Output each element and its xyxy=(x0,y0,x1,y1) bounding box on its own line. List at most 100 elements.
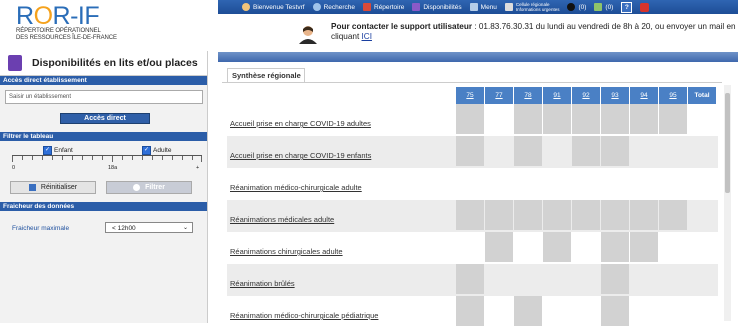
freshness-select[interactable]: < 12h00 ⌄ xyxy=(105,222,193,233)
availability-cell[interactable] xyxy=(630,168,658,198)
availability-cell[interactable] xyxy=(630,200,658,230)
column-header-92[interactable]: 92 xyxy=(572,87,600,104)
availability-cell[interactable] xyxy=(688,168,716,198)
row-label-link[interactable]: Réanimation brûlés xyxy=(230,279,295,288)
availability-cell[interactable] xyxy=(659,104,687,134)
availability-cell[interactable] xyxy=(688,136,716,166)
availability-cell[interactable] xyxy=(514,136,542,166)
availability-cell[interactable] xyxy=(456,136,484,166)
availability-cell[interactable] xyxy=(630,296,658,326)
help-button[interactable]: ? xyxy=(617,0,636,14)
vertical-scrollbar[interactable] xyxy=(724,85,731,321)
availability-cell[interactable] xyxy=(688,104,716,134)
availability-cell[interactable] xyxy=(543,264,571,294)
availability-cell[interactable] xyxy=(485,296,513,326)
availability-cell[interactable] xyxy=(630,232,658,262)
availability-cell[interactable] xyxy=(572,264,600,294)
availability-cell[interactable] xyxy=(659,296,687,326)
availability-cell[interactable] xyxy=(659,264,687,294)
availability-cell[interactable] xyxy=(659,232,687,262)
availability-cell[interactable] xyxy=(485,232,513,262)
column-header-93[interactable]: 93 xyxy=(601,87,629,104)
availability-cell[interactable] xyxy=(485,104,513,134)
availability-cell[interactable] xyxy=(485,136,513,166)
availability-cell[interactable] xyxy=(572,168,600,198)
availability-cell[interactable] xyxy=(543,104,571,134)
availability-cell[interactable] xyxy=(543,168,571,198)
availability-cell[interactable] xyxy=(485,264,513,294)
availability-cell[interactable] xyxy=(456,104,484,134)
column-header-91[interactable]: 91 xyxy=(543,87,571,104)
availability-cell[interactable] xyxy=(572,200,600,230)
welcome-user[interactable]: Bienvenue Testvrf xyxy=(238,0,309,14)
availability-cell[interactable] xyxy=(601,168,629,198)
row-label-link[interactable]: Réanimations médicales adulte xyxy=(230,215,334,224)
availability-cell[interactable] xyxy=(514,168,542,198)
availability-cell[interactable] xyxy=(456,168,484,198)
availability-cell[interactable] xyxy=(456,264,484,294)
column-header-95[interactable]: 95 xyxy=(659,87,687,104)
column-header-75[interactable]: 75 xyxy=(456,87,484,104)
reset-button[interactable]: Réinitialiser xyxy=(10,181,96,194)
child-checkbox[interactable]: ✓ Enfant xyxy=(43,146,73,155)
row-label-link[interactable]: Réanimation médico-chirurgicale pédiatri… xyxy=(230,311,378,320)
establishment-input[interactable]: Saisir un établissement xyxy=(5,90,203,104)
availability-cell[interactable] xyxy=(630,264,658,294)
row-label-link[interactable]: Réanimations chirurgicales adulte xyxy=(230,247,343,256)
availability-cell[interactable] xyxy=(572,136,600,166)
availability-cell[interactable] xyxy=(601,232,629,262)
column-header-77[interactable]: 77 xyxy=(485,87,513,104)
age-slider[interactable] xyxy=(12,155,202,164)
row-label-link[interactable]: Réanimation médico-chirurgicale adulte xyxy=(230,183,362,192)
availability-cell[interactable] xyxy=(485,168,513,198)
adult-checkbox[interactable]: ✓ Adulte xyxy=(142,146,171,155)
availability-cell[interactable] xyxy=(688,264,716,294)
availability-cell[interactable] xyxy=(572,104,600,134)
row-label-link[interactable]: Accueil prise en charge COVID-19 adultes xyxy=(230,119,371,128)
availability-cell[interactable] xyxy=(601,200,629,230)
availability-cell[interactable] xyxy=(572,232,600,262)
availability-cell[interactable] xyxy=(543,296,571,326)
availability-cell[interactable] xyxy=(456,232,484,262)
nav-alerts[interactable]: Cellule régionale Informations urgentes xyxy=(501,0,564,14)
nav-availability[interactable]: Disponibilités xyxy=(408,0,465,14)
availability-cell[interactable] xyxy=(485,200,513,230)
availability-cell[interactable] xyxy=(659,200,687,230)
availability-cell[interactable] xyxy=(630,136,658,166)
availability-cell[interactable] xyxy=(659,136,687,166)
availability-cell[interactable] xyxy=(514,200,542,230)
availability-cell[interactable] xyxy=(601,296,629,326)
scrollbar-thumb[interactable] xyxy=(725,93,730,193)
availability-cell[interactable] xyxy=(514,296,542,326)
availability-cell[interactable] xyxy=(514,264,542,294)
nav-count-2[interactable]: (0) xyxy=(590,0,617,14)
availability-cell[interactable] xyxy=(543,136,571,166)
availability-cell[interactable] xyxy=(514,232,542,262)
ror-if-logo[interactable]: ROR-IF RÉPERTOIRE OPÉRATIONNEL DES RESSO… xyxy=(6,4,206,48)
availability-cell[interactable] xyxy=(659,168,687,198)
availability-cell[interactable] xyxy=(688,200,716,230)
direct-access-button[interactable]: Accès direct xyxy=(60,113,150,124)
availability-cell[interactable] xyxy=(456,296,484,326)
availability-cell[interactable] xyxy=(456,200,484,230)
availability-cell[interactable] xyxy=(688,296,716,326)
tab-regional-summary[interactable]: Synthèse régionale xyxy=(227,68,305,82)
nav-menu[interactable]: Menu xyxy=(466,0,501,14)
availability-cell[interactable] xyxy=(601,136,629,166)
availability-cell[interactable] xyxy=(514,104,542,134)
availability-cell[interactable] xyxy=(543,232,571,262)
availability-cell[interactable] xyxy=(688,232,716,262)
nav-search[interactable]: Recherche xyxy=(309,0,359,14)
nav-count-1[interactable]: (0) xyxy=(563,0,590,14)
availability-cell[interactable] xyxy=(572,296,600,326)
availability-cell[interactable] xyxy=(630,104,658,134)
support-link[interactable]: ICI xyxy=(362,32,372,41)
availability-cell[interactable] xyxy=(601,264,629,294)
filter-button[interactable]: Filtrer xyxy=(106,181,192,194)
power-button[interactable] xyxy=(636,0,653,14)
column-header-94[interactable]: 94 xyxy=(630,87,658,104)
column-header-78[interactable]: 78 xyxy=(514,87,542,104)
nav-directory[interactable]: Répertoire xyxy=(359,0,408,14)
availability-cell[interactable] xyxy=(543,200,571,230)
row-label-link[interactable]: Accueil prise en charge COVID-19 enfants xyxy=(230,151,371,160)
